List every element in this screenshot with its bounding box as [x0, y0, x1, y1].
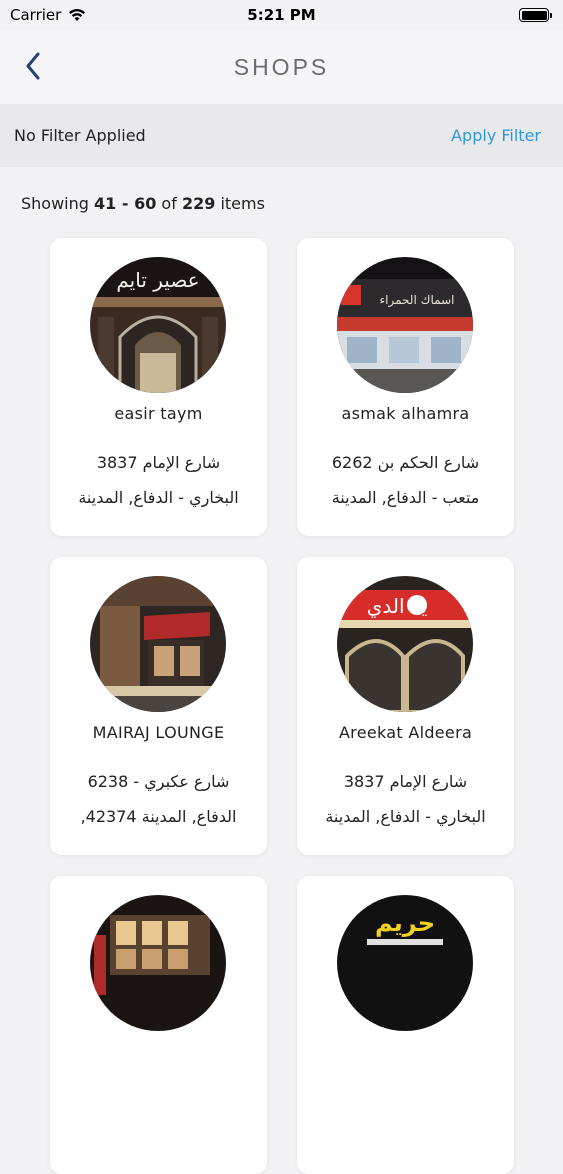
- filter-bar: No Filter Applied Apply Filter: [0, 104, 563, 167]
- shop-address-line2: متعب - الدفاع, المدينة: [331, 488, 480, 507]
- shop-name: Areekat Aldeera: [338, 723, 473, 742]
- shop-card[interactable]: عصير تايم easir taym شارع الإمام 3837 ال…: [50, 238, 267, 536]
- shop-name: asmak alhamra: [341, 404, 470, 423]
- results-range: 41 - 60: [94, 194, 157, 213]
- status-bar: Carrier 5:21 PM: [0, 0, 563, 30]
- shop-address-line2: الدفاع, المدينة 42374,: [80, 807, 237, 826]
- results-suffix: items: [220, 194, 265, 213]
- wifi-icon: [69, 9, 86, 21]
- shop-address-line1: شارع الإمام 3837: [343, 772, 468, 791]
- results-of: of: [161, 194, 177, 213]
- shop-photo: ية الدي: [337, 576, 473, 712]
- battery-icon: [519, 8, 552, 22]
- shop-name: easir taym: [114, 404, 203, 423]
- shop-card[interactable]: اسماك الحمراء asmak alhamra شارع الحكم ب…: [297, 238, 514, 536]
- results-prefix: Showing: [21, 194, 89, 213]
- shop-photo: عصير تايم: [90, 257, 226, 393]
- shop-address-line1: شارع الإمام 3837: [96, 453, 221, 472]
- shop-photo: اسماك الحمراء: [337, 257, 473, 393]
- shop-address-line1: شارع الحكم بن 6262: [331, 453, 480, 472]
- shop-address-line1: شارع عكبري - 6238: [87, 772, 230, 791]
- shop-photo: حريم: [337, 895, 473, 1031]
- navigation-bar: SHOPS: [0, 30, 563, 104]
- apply-filter-button[interactable]: Apply Filter: [451, 126, 541, 145]
- shop-name: MAIRAJ LOUNGE: [92, 723, 225, 742]
- shop-photo: [90, 576, 226, 712]
- carrier-label: Carrier: [10, 6, 62, 24]
- shop-card[interactable]: [50, 876, 267, 1174]
- filter-status: No Filter Applied: [14, 126, 146, 145]
- back-button[interactable]: [18, 48, 48, 84]
- chevron-left-icon: [26, 52, 40, 80]
- page-title: SHOPS: [233, 53, 330, 80]
- shop-card[interactable]: MAIRAJ LOUNGE شارع عكبري - 6238 الدفاع, …: [50, 557, 267, 855]
- carrier-group: Carrier: [10, 6, 87, 24]
- results-count: Showing 41 - 60 of 229 items: [21, 194, 265, 213]
- results-total: 229: [181, 194, 216, 213]
- shop-photo: [90, 895, 226, 1031]
- shop-card[interactable]: حريم: [297, 876, 514, 1174]
- shop-address-line2: البخاري - الدفاع, المدينة: [78, 488, 239, 507]
- shop-photo-sign: اسماك الحمراء: [380, 293, 455, 308]
- shop-card[interactable]: ية الدي Areekat Aldeera شارع الإمام 3837…: [297, 557, 514, 855]
- shop-photo-sign: عصير تايم: [116, 268, 199, 292]
- shop-photo-sign: حريم: [375, 909, 435, 937]
- shop-address-line2: البخاري - الدفاع, المدينة: [325, 807, 486, 826]
